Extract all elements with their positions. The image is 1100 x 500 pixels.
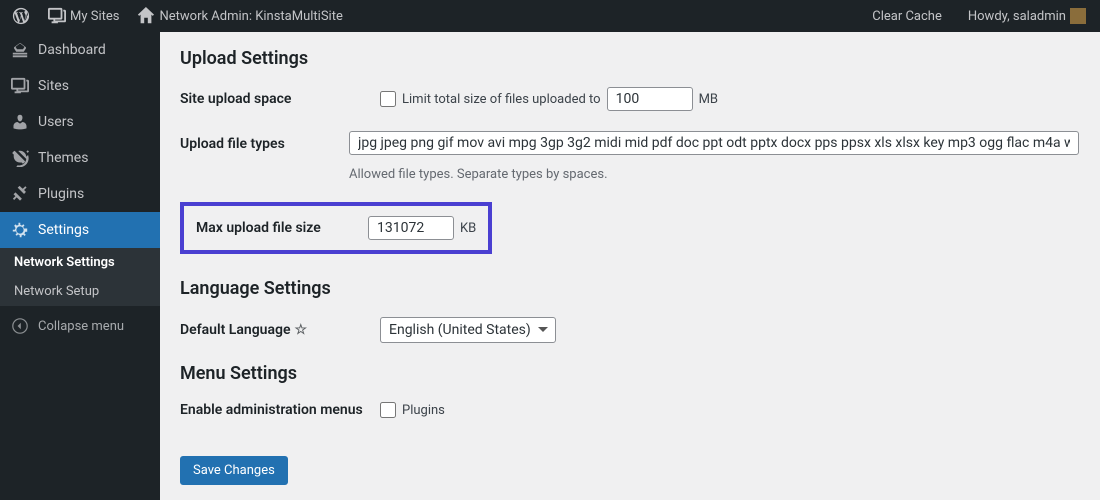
avatar xyxy=(1070,8,1086,24)
checkbox-label-plugins: Plugins xyxy=(402,403,445,418)
admin-bar: My Sites Network Admin: KinstaMultiSite … xyxy=(0,0,1100,32)
my-account-link[interactable]: Howdy, saladmin xyxy=(962,0,1092,32)
input-upload-space[interactable] xyxy=(607,87,693,111)
sidebar-item-settings[interactable]: Settings xyxy=(0,212,160,248)
settings-label: Settings xyxy=(38,222,89,238)
checkbox-label-limit-size: Limit total size of files uploaded to xyxy=(402,92,601,107)
collapse-label: Collapse menu xyxy=(38,319,124,334)
sites-label: Sites xyxy=(38,78,69,94)
field-site-upload-space: Limit total size of files uploaded to MB xyxy=(380,87,1079,111)
sidebar: Dashboard Sites Users Themes Plugins Set… xyxy=(0,32,160,500)
sidebar-item-themes[interactable]: Themes xyxy=(0,140,160,176)
collapse-icon xyxy=(10,316,30,336)
language-settings-heading: Language Settings xyxy=(180,278,1079,299)
admin-bar-right: Clear Cache Howdy, saladmin xyxy=(866,0,1092,32)
settings-icon xyxy=(10,220,30,240)
submenu-network-setup[interactable]: Network Setup xyxy=(0,277,160,306)
wp-logo[interactable] xyxy=(6,0,36,32)
sidebar-item-sites[interactable]: Sites xyxy=(0,68,160,104)
plugins-icon xyxy=(10,184,30,204)
field-enable-admin-menus: Plugins xyxy=(380,402,1079,418)
sites-icon xyxy=(48,7,66,25)
clear-cache-label: Clear Cache xyxy=(872,9,942,24)
sites-icon xyxy=(10,76,30,96)
save-button[interactable]: Save Changes xyxy=(180,456,288,485)
input-max-upload[interactable] xyxy=(368,216,454,240)
upload-settings-heading: Upload Settings xyxy=(180,48,1079,69)
select-language[interactable]: English (United States) xyxy=(380,317,556,343)
howdy-label: Howdy, saladmin xyxy=(968,9,1066,24)
label-max-upload: Max upload file size xyxy=(196,220,368,236)
label-upload-file-types: Upload file types xyxy=(180,131,349,152)
sidebar-item-dashboard[interactable]: Dashboard xyxy=(0,32,160,68)
unit-kb: KB xyxy=(460,221,476,236)
dashboard-label: Dashboard xyxy=(38,42,106,58)
collapse-menu[interactable]: Collapse menu xyxy=(0,306,160,346)
wordpress-icon xyxy=(12,7,30,25)
field-max-upload: KB xyxy=(368,216,476,240)
themes-icon xyxy=(10,148,30,168)
field-upload-file-types: Allowed file types. Separate types by sp… xyxy=(349,131,1079,182)
settings-submenu: Network Settings Network Setup xyxy=(0,248,160,306)
unit-mb: MB xyxy=(699,92,718,107)
dashboard-icon xyxy=(10,40,30,60)
row-site-upload-space: Site upload space Limit total size of fi… xyxy=(180,87,1079,111)
row-enable-admin-menus: Enable administration menus Plugins xyxy=(180,402,1079,418)
network-admin-link[interactable]: Network Admin: KinstaMultiSite xyxy=(131,0,348,32)
row-default-language: Default Language☆ English (United States… xyxy=(180,317,1079,343)
themes-label: Themes xyxy=(38,150,88,166)
users-icon xyxy=(10,112,30,132)
network-admin-label: Network Admin: KinstaMultiSite xyxy=(159,9,342,24)
label-default-language: Default Language☆ xyxy=(180,322,380,338)
sidebar-item-plugins[interactable]: Plugins xyxy=(0,176,160,212)
translate-icon: ☆ xyxy=(294,322,307,338)
row-upload-file-types: Upload file types Allowed file types. Se… xyxy=(180,131,1079,182)
select-wrap-language: English (United States) xyxy=(380,317,556,343)
home-icon xyxy=(137,7,155,25)
submenu-network-settings[interactable]: Network Settings xyxy=(0,248,160,277)
menu-settings-heading: Menu Settings xyxy=(180,363,1079,384)
input-file-types[interactable] xyxy=(349,131,1079,155)
content: Upload Settings Site upload space Limit … xyxy=(160,32,1099,497)
clear-cache-link[interactable]: Clear Cache xyxy=(866,0,948,32)
checkbox-plugins[interactable] xyxy=(380,402,396,418)
label-enable-admin-menus: Enable administration menus xyxy=(180,402,380,418)
highlight-max-upload: Max upload file size KB xyxy=(180,202,492,254)
sidebar-item-users[interactable]: Users xyxy=(0,104,160,140)
users-label: Users xyxy=(38,114,74,130)
checkbox-limit-size[interactable] xyxy=(380,91,396,107)
my-sites-label: My Sites xyxy=(70,9,119,24)
desc-file-types: Allowed file types. Separate types by sp… xyxy=(349,167,608,182)
field-default-language: English (United States) xyxy=(380,317,1079,343)
plugins-label: Plugins xyxy=(38,186,84,202)
admin-bar-left: My Sites Network Admin: KinstaMultiSite xyxy=(6,0,349,32)
my-sites-link[interactable]: My Sites xyxy=(42,0,125,32)
label-site-upload-space: Site upload space xyxy=(180,91,380,107)
